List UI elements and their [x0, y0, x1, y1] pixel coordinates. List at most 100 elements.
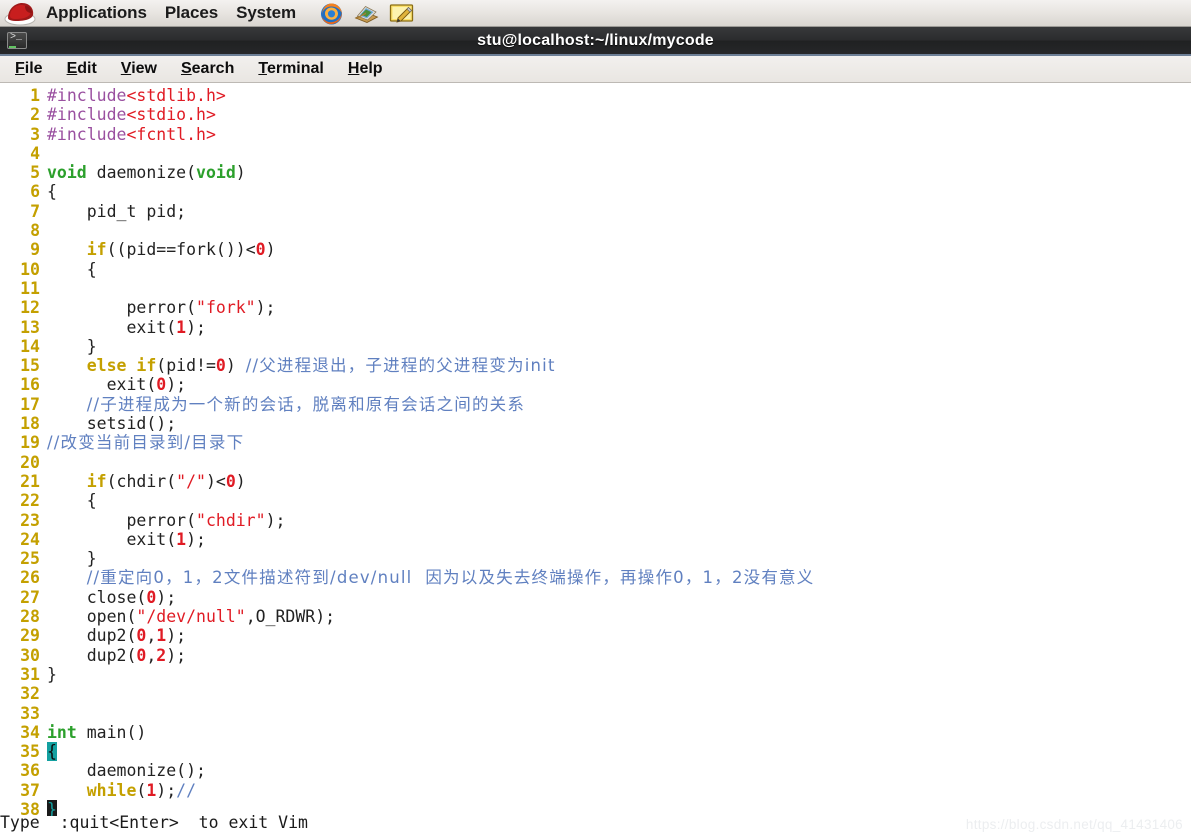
code-line: 37 while(1);// [0, 781, 1191, 800]
window-title: stu@localhost:~/linux/mycode [477, 31, 714, 49]
code-token-txt: ); [255, 298, 276, 318]
code-token-txt: dup2( [47, 626, 137, 646]
code-token-num: 0 [146, 587, 157, 607]
code-line: 22 { [0, 491, 1191, 510]
code-token-pre: #include [47, 105, 127, 125]
code-token-txt: exit( [47, 375, 157, 395]
code-line: 14 } [0, 337, 1191, 356]
line-number: 28 [20, 607, 40, 627]
line-number: 22 [20, 491, 40, 511]
code-token-txt: (pid!= [156, 356, 216, 376]
code-line: 16 exit(0); [0, 375, 1191, 394]
code-line: 1 #include<stdlib.h> [0, 86, 1191, 105]
code-line: 17 //子进程成为一个新的会话，脱离和原有会话之间的关系 [0, 395, 1191, 414]
firefox-icon[interactable] [319, 1, 344, 26]
line-number: 34 [20, 722, 40, 742]
code-token-txt: ) [265, 240, 276, 260]
terminal-icon [7, 32, 27, 49]
line-number: 13 [20, 317, 40, 337]
line-number: 18 [20, 414, 40, 434]
menu-help[interactable]: Help [337, 58, 396, 80]
menu-file[interactable]: File [4, 58, 56, 80]
redhat-logo-icon[interactable] [3, 1, 37, 26]
code-token-txt: ); [166, 626, 187, 646]
vim-editor-area[interactable]: 1 #include<stdlib.h> 2 #include<stdio.h> 3 #i… [0, 83, 1191, 816]
line-number: 31 [20, 664, 40, 684]
code-token-txt: daemonize(); [47, 761, 206, 781]
code-token-cmt: //子进程成为一个新的会话，脱离和原有会话之间的关系 [86, 394, 526, 414]
code-line: 19 //改变当前目录到/目录下 [0, 433, 1191, 452]
line-number: 15 [20, 356, 40, 376]
code-token-str: <fcntl.h> [126, 124, 216, 144]
line-number: 37 [20, 780, 40, 800]
code-line: 10 { [0, 260, 1191, 279]
menu-edit[interactable]: Edit [56, 58, 110, 80]
code-line: 28 open("/dev/null",O_RDWR); [0, 607, 1191, 626]
line-number: 2 [30, 105, 40, 125]
line-number: 10 [20, 259, 40, 279]
code-token-num: 0 [136, 645, 147, 665]
code-token-txt: daemonize( [86, 163, 197, 183]
code-line: 30 dup2(0,2); [0, 646, 1191, 665]
code-token-txt: ) [235, 163, 246, 183]
line-number: 1 [30, 86, 40, 105]
code-token-txt: ); [186, 529, 206, 549]
menu-view[interactable]: View [110, 58, 170, 80]
code-token-type: int [47, 722, 77, 742]
code-token-txt: perror( [47, 510, 197, 530]
line-number: 4 [30, 143, 40, 163]
line-number: 26 [20, 568, 40, 588]
code-token-txt: perror( [47, 298, 197, 318]
code-token-txt: ) [225, 356, 246, 376]
menu-terminal[interactable]: Terminal [247, 58, 337, 80]
code-token-txt: open( [47, 607, 137, 627]
terminal-titlebar[interactable]: stu@localhost:~/linux/mycode [0, 27, 1191, 56]
code-token-txt: close( [47, 587, 147, 607]
code-token-kw: if [86, 240, 107, 260]
code-token-match: { [47, 742, 57, 762]
code-line: 27 close(0); [0, 588, 1191, 607]
line-number: 12 [20, 298, 40, 318]
code-line: 24 exit(1); [0, 530, 1191, 549]
code-line: 11 [0, 279, 1191, 298]
code-token-pre: #include [47, 86, 127, 105]
line-number: 21 [20, 471, 40, 491]
code-line: 8 [0, 221, 1191, 240]
text-editor-icon[interactable] [389, 1, 414, 26]
code-token-txt: dup2( [47, 645, 137, 665]
code-token-txt: , [146, 626, 157, 646]
line-number: 35 [20, 742, 40, 762]
code-token-txt: )< [205, 471, 226, 491]
gnome-top-panel: Applications Places System [0, 0, 1191, 27]
help-book-icon[interactable] [354, 1, 379, 26]
line-number: 27 [20, 587, 40, 607]
code-token-num: 1 [156, 626, 167, 646]
code-token-num: 1 [176, 529, 187, 549]
code-line: 18 setsid(); [0, 414, 1191, 433]
code-line: 15 else if(pid!=0) //父进程退出，子进程的父进程变为init [0, 356, 1191, 375]
panel-menu-applications[interactable]: Applications [37, 2, 156, 25]
code-token-kw: else if [86, 356, 157, 376]
code-line: 5 void daemonize(void) [0, 163, 1191, 182]
code-line: 36 daemonize(); [0, 761, 1191, 780]
code-token-txt: { [47, 259, 97, 279]
code-line: 29 dup2(0,1); [0, 626, 1191, 645]
terminal-menubar: File Edit View Search Terminal Help [0, 56, 1191, 83]
code-token-type: void [47, 163, 87, 183]
code-line: 7 pid_t pid; [0, 202, 1191, 221]
code-token-txt: ); [166, 645, 187, 665]
panel-menu-system[interactable]: System [227, 2, 305, 25]
line-number: 7 [30, 201, 40, 221]
code-line: 12 perror("fork"); [0, 298, 1191, 317]
code-line: 3 #include<fcntl.h> [0, 125, 1191, 144]
menu-search[interactable]: Search [170, 58, 247, 80]
code-token-num: 0 [136, 626, 147, 646]
code-token-str: "/dev/null" [136, 607, 246, 627]
panel-menu-places[interactable]: Places [156, 2, 227, 25]
code-token-cmt: //改变当前目录到/目录下 [47, 433, 245, 453]
